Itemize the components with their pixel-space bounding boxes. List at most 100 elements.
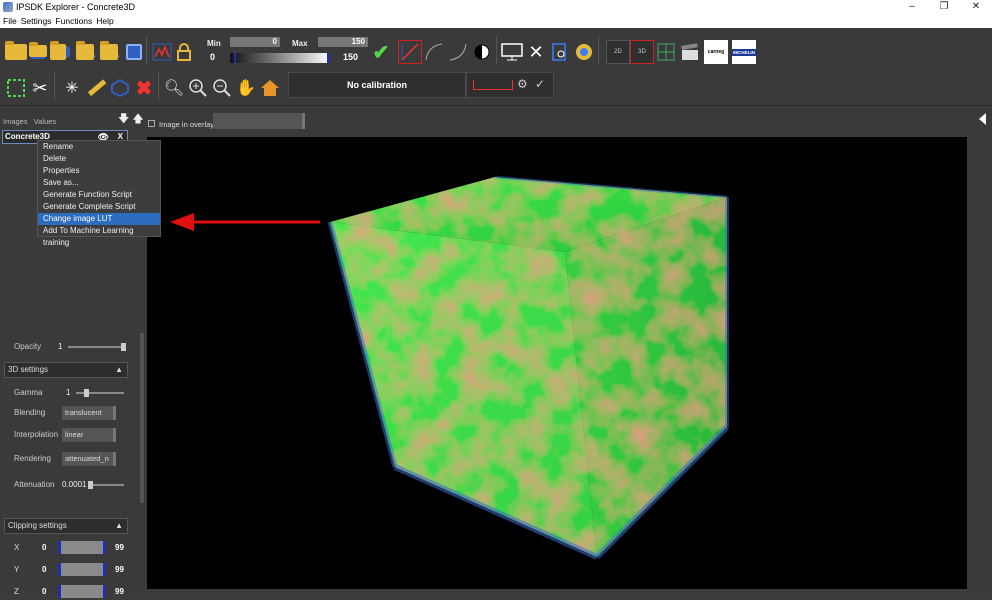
menu-settings[interactable]: Settings (21, 16, 52, 26)
view-2d-button[interactable]: 2D (606, 40, 630, 64)
menu-help[interactable]: Help (96, 16, 113, 26)
expand-panel-icon[interactable] (979, 113, 986, 125)
ruler-icon[interactable] (84, 76, 108, 100)
michelin-logo[interactable]: MICHELIN (732, 40, 756, 64)
save-icon[interactable] (122, 40, 146, 64)
toolbar-row-1: raw + + Min 0 Max 150 0 150 ✔ ✕ 2D 3D ca… (0, 36, 992, 70)
blending-row: Blending translucent (0, 406, 140, 420)
maximize-button[interactable]: ❐ (928, 0, 960, 14)
view-3d-button[interactable]: 3D (630, 40, 654, 64)
zoom-out-icon[interactable] (210, 76, 234, 100)
menu-item-generate-complete-script[interactable]: Generate Complete Script (38, 201, 160, 213)
carnegie-label: carneg (707, 49, 725, 55)
calibration-tools: ⚙ ✓ (466, 72, 554, 98)
delete-roi-icon[interactable]: ✖ (132, 76, 156, 100)
image-overlay-checkbox[interactable] (148, 120, 155, 127)
blending-label: Blending (14, 408, 46, 417)
contrast-icon[interactable] (470, 40, 494, 64)
open-database-icon[interactable] (48, 40, 72, 64)
pan-hand-icon[interactable]: ✋ (234, 76, 258, 100)
move-up-icon[interactable]: 🡅 (132, 113, 143, 125)
zoom-in-icon[interactable] (186, 76, 210, 100)
settings-scrollbar[interactable] (140, 333, 144, 503)
linear-lut-icon[interactable] (398, 40, 422, 64)
menu-item-add-to-ml-training[interactable]: Add To Machine Learning training (38, 225, 160, 247)
collapse-3d-icon[interactable]: ▲ (115, 363, 123, 377)
gamma-lut-icon[interactable] (422, 40, 446, 64)
right-panel-collapsed (967, 107, 992, 594)
attenuation-value: 0.0001 (62, 480, 87, 489)
clip-range-slider[interactable] (58, 563, 106, 576)
apply-check-icon[interactable]: ✔ (369, 40, 393, 64)
max-field[interactable]: 150 (318, 37, 368, 47)
menu-item-rename[interactable]: Rename (38, 141, 160, 153)
minimize-button[interactable]: – (896, 0, 928, 14)
clip-min-value: 0 (42, 543, 47, 552)
polygon-icon[interactable] (108, 76, 132, 100)
calibration-apply-icon[interactable]: ✓ (535, 77, 545, 91)
carnegie-logo[interactable]: carneg (704, 40, 728, 64)
brain-icon[interactable] (572, 40, 596, 64)
clip-axis-label: Y (14, 565, 20, 574)
scissors-icon[interactable]: ✂ (28, 76, 52, 100)
grid-icon[interactable] (654, 40, 678, 64)
blending-select[interactable]: translucent (62, 406, 116, 420)
rendering-select[interactable]: attenuated_n (62, 452, 116, 466)
tools-icon[interactable]: ✕ (524, 40, 548, 64)
clip-axis-label: X (14, 543, 20, 552)
move-down-icon[interactable]: 🡇 (118, 113, 129, 125)
gamma-slider[interactable] (76, 389, 124, 397)
overlay-bar: Image in overlay (145, 107, 967, 137)
menu-file[interactable]: File (3, 16, 17, 26)
attenuation-slider[interactable] (88, 481, 124, 489)
clip-min-value: 0 (42, 565, 47, 574)
lock-icon[interactable] (172, 40, 196, 64)
close-button[interactable]: ✕ (960, 0, 992, 14)
clip-max-value: 99 (115, 587, 124, 596)
opacity-slider[interactable] (68, 343, 126, 351)
max-label: Max (292, 39, 308, 48)
calibration-ruler-icon[interactable] (473, 80, 513, 90)
log-lut-icon[interactable] (446, 40, 470, 64)
render-viewport[interactable] (147, 137, 967, 589)
magic-wand-icon[interactable]: ✳ (60, 76, 84, 100)
max-value: 150 (343, 52, 359, 62)
clip-range-slider[interactable] (58, 585, 106, 598)
image-overlay-label: Image in overlay (159, 120, 215, 129)
calibration-settings-icon[interactable]: ⚙ (517, 77, 528, 91)
zoom-fit-icon[interactable]: 🔍︎ (162, 76, 186, 100)
lut-gradient (230, 53, 330, 63)
tab-values[interactable]: Values (34, 117, 56, 126)
menu-item-change-image-lut[interactable]: Change image LUT (38, 213, 160, 225)
gamma-row: Gamma 1 (0, 386, 140, 400)
menu-functions[interactable]: Functions (55, 16, 92, 26)
menu-item-properties[interactable]: Properties (38, 165, 160, 177)
open-raw-icon[interactable]: raw (26, 40, 50, 64)
section-clipping-settings[interactable]: Clipping settings ▲ (4, 518, 128, 534)
interpolation-select[interactable]: linear (62, 428, 116, 442)
menu-item-delete[interactable]: Delete (38, 153, 160, 165)
section-3d-settings[interactable]: 3D settings ▲ (4, 362, 128, 378)
menu-item-generate-function-script[interactable]: Generate Function Script (38, 189, 160, 201)
add-image-icon[interactable]: + (74, 40, 98, 64)
min-field[interactable]: 0 (230, 37, 280, 47)
tab-images[interactable]: Images (3, 117, 28, 126)
histogram-icon[interactable] (150, 40, 174, 64)
monitor-icon[interactable] (500, 40, 524, 64)
toolbar: raw + + Min 0 Max 150 0 150 ✔ ✕ 2D 3D ca… (0, 28, 992, 106)
selection-rect-icon[interactable] (4, 76, 28, 100)
home-icon[interactable] (258, 76, 282, 100)
interpolation-row: Interpolation linear (0, 428, 140, 442)
collapse-clipping-icon[interactable]: ▲ (115, 519, 123, 533)
annotation-arrow-icon (170, 213, 320, 231)
open-folder-icon[interactable] (4, 40, 28, 64)
overlay-image-select[interactable] (213, 113, 305, 129)
add-image-2-icon[interactable]: + (98, 40, 122, 64)
clip-range-slider[interactable] (58, 541, 106, 554)
min-label: Min (207, 39, 221, 48)
clapperboard-icon[interactable] (678, 40, 702, 64)
menu-item-save-as[interactable]: Save as... (38, 177, 160, 189)
search-doc-icon[interactable] (548, 40, 572, 64)
settings-panel: Opacity 1 3D settings ▲ Gamma 1 Blending… (0, 334, 145, 598)
toolbar-row-2: ✂ ✳ ✖ 🔍︎ ✋ No calibration ⚙ ✓ (0, 72, 992, 106)
